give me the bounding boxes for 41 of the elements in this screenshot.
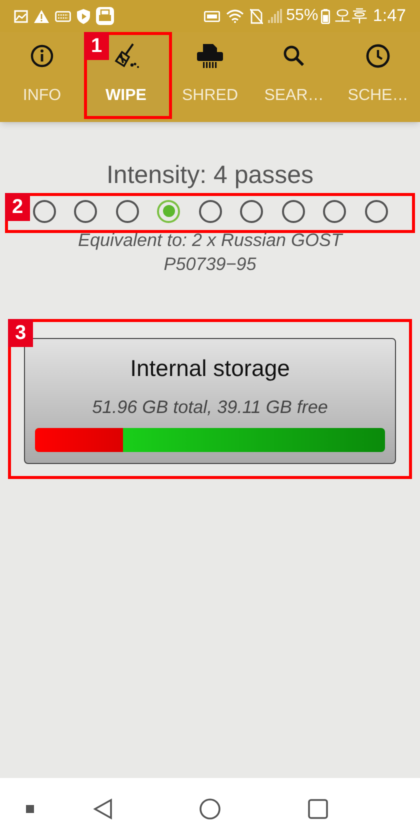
signal-icon: [268, 9, 282, 23]
wifi-icon: [226, 9, 244, 23]
battery-percent: 55%: [286, 6, 318, 26]
shredder-icon: [196, 42, 224, 70]
warning-icon: [34, 10, 49, 22]
storage-card[interactable]: Internal storage 51.96 GB total, 39.11 GB free: [24, 338, 396, 464]
storage-title: Internal storage: [130, 354, 290, 383]
annotation-number: 1: [84, 32, 109, 60]
battery-icon: [321, 8, 330, 24]
shield-icon: [77, 8, 90, 24]
equivalent-text: Equivalent to: 2 x Russian GOST P50739−95: [76, 229, 344, 276]
search-icon: [282, 44, 306, 68]
tab[interactable]: SEAR…: [252, 32, 336, 122]
radio-button[interactable]: [157, 200, 180, 222]
radio-button[interactable]: [198, 200, 222, 222]
radio-button[interactable]: [282, 200, 304, 222]
annotation-number: 2: [5, 193, 30, 221]
back-icon[interactable]: [92, 798, 112, 820]
clock-icon: [365, 43, 391, 69]
clock-time: 오후 1:47: [334, 5, 406, 28]
radio-button[interactable]: [116, 200, 138, 222]
info-icon: [30, 44, 54, 68]
intensity-title: Intensity: 4 passes: [106, 160, 314, 190]
home-icon[interactable]: [199, 798, 221, 820]
radio-button[interactable]: [32, 200, 56, 222]
broom-icon: [112, 42, 140, 70]
annotation-number: 3: [8, 319, 33, 347]
image-icon: [14, 10, 28, 22]
radio-button[interactable]: [323, 200, 346, 222]
radio-button[interactable]: [240, 200, 263, 222]
tab[interactable]: SHRED: [168, 32, 252, 122]
printer-icon: [96, 7, 114, 25]
tab[interactable]: SCHE…: [336, 32, 420, 122]
storage-details: 51.96 GB total, 39.11 GB free: [92, 396, 328, 419]
keyboard-icon: [55, 10, 71, 22]
nfc-icon: [204, 10, 220, 22]
recents-icon[interactable]: [308, 799, 328, 819]
tab[interactable]: INFO: [0, 32, 84, 122]
radio-button[interactable]: [364, 200, 388, 222]
radio-button[interactable]: [74, 200, 97, 222]
no-sim-icon: [250, 8, 264, 24]
